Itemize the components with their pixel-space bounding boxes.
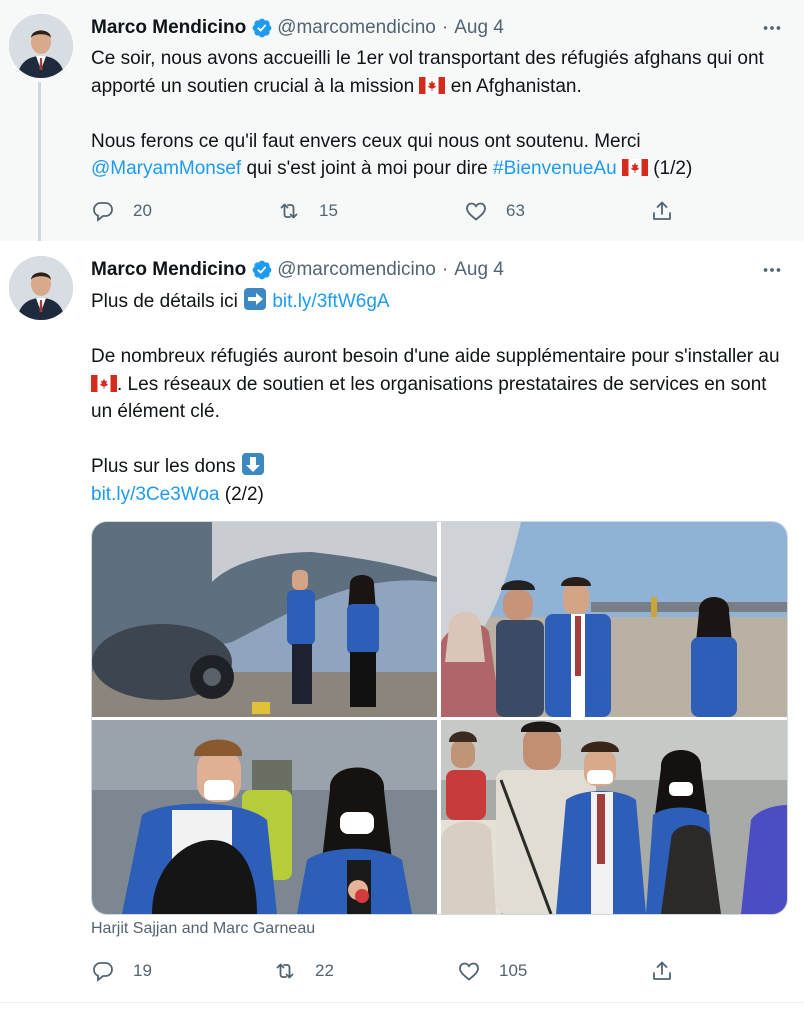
retweet-count: 22 (315, 961, 334, 980)
tweet-header: Marco Mendicino @marcomendicino · Aug 4 (91, 258, 504, 282)
canada-flag-emoji (91, 373, 117, 392)
tweet-paragraph: Ce soir, nous avons accueilli le 1er vol… (91, 45, 791, 100)
like-button[interactable]: 105 (457, 956, 527, 986)
retweet-count: 15 (319, 201, 338, 220)
share-icon (653, 961, 671, 980)
photo-4[interactable] (441, 720, 787, 914)
right-arrow-emoji (243, 288, 267, 310)
tweet-header: Marco Mendicino @marcomendicino · Aug 4 (91, 16, 504, 40)
down-arrow-emoji (241, 453, 265, 475)
tweet-actions: 20 15 63 (91, 196, 691, 226)
photo-3[interactable] (92, 720, 437, 914)
text-segment: (2/2) (219, 483, 264, 505)
tweet-1[interactable]: Marco Mendicino @marcomendicino · Aug 4 … (0, 0, 804, 248)
verified-badge-icon (251, 259, 273, 281)
canada-flag-emoji (621, 157, 648, 176)
like-heart-icon (459, 962, 479, 981)
donations-link[interactable]: bit.ly/3Ce3Woa (91, 484, 220, 505)
text-segment: en Afghanistan. (445, 75, 582, 97)
text-segment: qui s'est joint à moi pour dire (241, 158, 494, 179)
reply-count: 19 (133, 961, 152, 980)
share-icon (653, 201, 671, 220)
header-separator: · (441, 17, 449, 38)
like-count: 63 (506, 201, 525, 220)
photo-grid[interactable] (91, 521, 788, 915)
retweet-button[interactable]: 15 (277, 196, 338, 226)
like-count: 105 (499, 961, 528, 980)
author-avatar[interactable] (9, 14, 73, 78)
tweet-paragraph: Plus de détails ici bit.ly/3ftW6gA (91, 288, 791, 316)
retweet-button[interactable]: 22 (273, 956, 334, 986)
like-button[interactable]: 63 (464, 196, 525, 226)
photo-2[interactable] (441, 522, 787, 717)
author-handle[interactable]: @marcomendicino (277, 17, 436, 39)
tweet-2[interactable]: Marco Mendicino @marcomendicino · Aug 4 … (0, 241, 804, 1011)
author-handle[interactable]: @marcomendicino (277, 259, 436, 281)
share-button[interactable] (650, 196, 692, 226)
tweet-paragraph: De nombreux réfugiés auront besoin d'une… (91, 343, 791, 426)
mention-link[interactable]: @MaryamMonsef (91, 158, 241, 179)
like-heart-icon (466, 202, 486, 221)
tweet-paragraph: Plus sur les dons bit.ly/3Ce3Woa (2/2) (91, 453, 791, 508)
tweet-date[interactable]: Aug 4 (454, 259, 504, 281)
retweet-icon (280, 203, 298, 219)
more-options-icon[interactable] (760, 16, 784, 40)
author-name[interactable]: Marco Mendicino (91, 259, 246, 281)
tweet-text: Plus de détails ici bit.ly/3ftW6gA De no… (91, 288, 791, 508)
thread-connector-line (38, 82, 41, 248)
header-separator: · (441, 259, 449, 280)
reply-count: 20 (133, 201, 152, 220)
photo-tag-caption[interactable]: Harjit Sajjan and Marc Garneau (91, 920, 315, 938)
tweet-date[interactable]: Aug 4 (454, 17, 504, 39)
hashtag-link[interactable]: #BienvenueAu (493, 158, 617, 179)
tweet-text: Ce soir, nous avons accueilli le 1er vol… (91, 45, 791, 183)
text-segment: Plus de détails ici (91, 291, 244, 312)
share-button[interactable] (650, 956, 692, 986)
canada-flag-emoji (419, 75, 446, 94)
reply-button[interactable]: 20 (91, 196, 152, 226)
author-avatar[interactable] (9, 256, 73, 320)
text-segment: (1/2) (647, 158, 693, 179)
text-segment: . Les réseaux de soutien et les organisa… (91, 373, 767, 423)
reply-icon (93, 962, 113, 982)
author-name[interactable]: Marco Mendicino (91, 17, 246, 39)
details-link[interactable]: bit.ly/3ftW6gA (272, 291, 389, 312)
more-options-icon[interactable] (760, 258, 784, 282)
reply-button[interactable]: 19 (91, 956, 152, 986)
tweet-divider (0, 1002, 804, 1003)
photo-1[interactable] (92, 522, 437, 717)
text-segment: Plus sur les dons (91, 456, 241, 477)
retweet-icon (276, 963, 294, 979)
reply-icon (93, 202, 113, 222)
verified-badge-icon (251, 17, 273, 39)
text-segment: De nombreux réfugiés auront besoin d'une… (91, 346, 780, 367)
tweet-actions: 19 22 105 (91, 956, 691, 986)
text-segment: Nous ferons ce qu'il faut envers ceux qu… (91, 130, 641, 152)
tweet-paragraph: Nous ferons ce qu'il faut envers ceux qu… (91, 128, 791, 183)
